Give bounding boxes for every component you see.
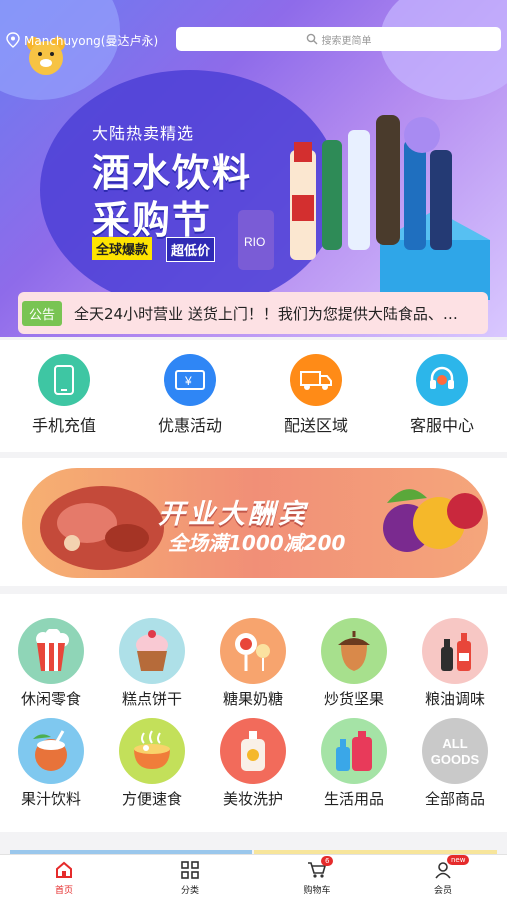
category-label: 全部商品 [424,790,485,808]
cupcake-icon [119,618,185,684]
category-label: 方便速食 [121,790,182,808]
home-icon [56,861,72,878]
notice-bar[interactable]: 公告 全天24小时营业 送货上门！！我们为您提供大陆食品、… [18,292,488,334]
svg-text:ALL: ALL [442,736,467,751]
hero-subtitle: 大陆热卖精选 [92,124,195,143]
category-label: 美妆洗护 [222,790,283,808]
lotion-icon [220,718,286,784]
acorn-icon [321,618,387,684]
quick-action-customer-service[interactable]: 客服中心 [392,354,492,436]
category-all-goods[interactable]: ALL GOODS 全部商品 [405,718,505,809]
location-pin-icon [6,32,20,48]
tab-label: 分类 [180,886,199,896]
location-selector[interactable]: Manchuyong(曼达卢永) [6,30,158,50]
search-icon [306,33,317,45]
category-grid: 休闲零食 糕点饼干 糖果奶糖 炒货坚果 粮油调味 果汁饮料 方便速食 美妆洗护 … [0,594,507,832]
category-label: 糖果奶糖 [222,690,283,708]
category-label: 糕点饼干 [121,690,182,708]
popcorn-icon [18,618,84,684]
truck-icon [290,354,342,406]
category-pastry[interactable]: 糕点饼干 [102,618,202,709]
phone-icon [38,354,90,406]
category-household[interactable]: 生活用品 [304,718,404,809]
quick-action-promotions[interactable]: ¥ 优惠活动 [140,354,240,436]
promo-title: 开业大酬宾 [158,499,308,530]
category-label: 炒货坚果 [323,690,384,708]
detergent-icon [321,718,387,784]
quick-action-label: 手机充值 [31,416,96,435]
hero-title-line2: 采购节 [92,198,213,242]
notice-text: 全天24小时营业 送货上门！！我们为您提供大陆食品、… [74,304,458,323]
new-badge: new [447,855,470,865]
tab-label: 购物车 [303,886,331,896]
quick-actions: 手机充值 ¥ 优惠活动 配送区域 客服中心 [0,340,507,452]
promo-subtitle: 全场满1000减200 [168,531,346,555]
meat-platter-illustration [40,486,164,570]
coconut-icon [18,718,84,784]
tab-label: 会员 [433,886,452,896]
tab-cart[interactable]: 6 购物车 [277,856,357,896]
noodle-bowl-icon [119,718,185,784]
category-label: 生活用品 [323,790,384,808]
candy-icon [220,618,286,684]
ticket-icon: ¥ [164,354,216,406]
svg-text:¥: ¥ [184,374,192,388]
notice-label: 公告 [22,300,63,326]
quick-action-label: 配送区域 [283,416,348,435]
category-label: 粮油调味 [424,690,485,708]
search-placeholder: 搜索更简单 [321,35,372,47]
bottles-icon [422,618,488,684]
category-grain-oil-seasoning[interactable]: 粮油调味 [405,618,505,709]
tab-member[interactable]: new 会员 [403,855,483,896]
tab-label: 首页 [54,886,73,896]
bottom-tab-bar: 首页 分类 6 购物车 new 会员 [0,854,507,901]
category-label: 果汁饮料 [20,790,81,808]
drink-bottles-illustration: RIO [238,115,490,300]
category-juice-drinks[interactable]: 果汁饮料 [1,718,101,809]
cart-badge: 6 [321,856,334,866]
category-instant-food[interactable]: 方便速食 [102,718,202,809]
svg-text:RIO: RIO [244,235,265,249]
grid-icon [181,861,199,879]
category-label: 休闲零食 [20,690,81,708]
location-label: Manchuyong(曼达卢永) [24,33,159,48]
category-candy[interactable]: 糖果奶糖 [203,618,303,709]
quick-action-label: 客服中心 [409,416,474,435]
category-snacks[interactable]: 休闲零食 [1,618,101,709]
tab-category[interactable]: 分类 [150,859,230,896]
search-input[interactable]: 搜索更简单 [176,27,501,51]
hero-tag-low-price: 超低价 [166,237,216,262]
category-nuts[interactable]: 炒货坚果 [304,618,404,709]
quick-action-label: 优惠活动 [157,416,222,435]
svg-text:GOODS: GOODS [431,752,480,767]
category-beauty-care[interactable]: 美妆洗护 [203,718,303,809]
all-goods-icon: ALL GOODS [422,718,488,784]
tab-home[interactable]: 首页 [24,859,104,896]
hero-tag-global-hot: 全球爆款 [92,237,153,260]
quick-action-delivery-area[interactable]: 配送区域 [266,354,366,436]
quick-action-phone-recharge[interactable]: 手机充值 [14,354,114,436]
fruit-basket-illustration [383,489,483,552]
headset-icon [416,354,468,406]
